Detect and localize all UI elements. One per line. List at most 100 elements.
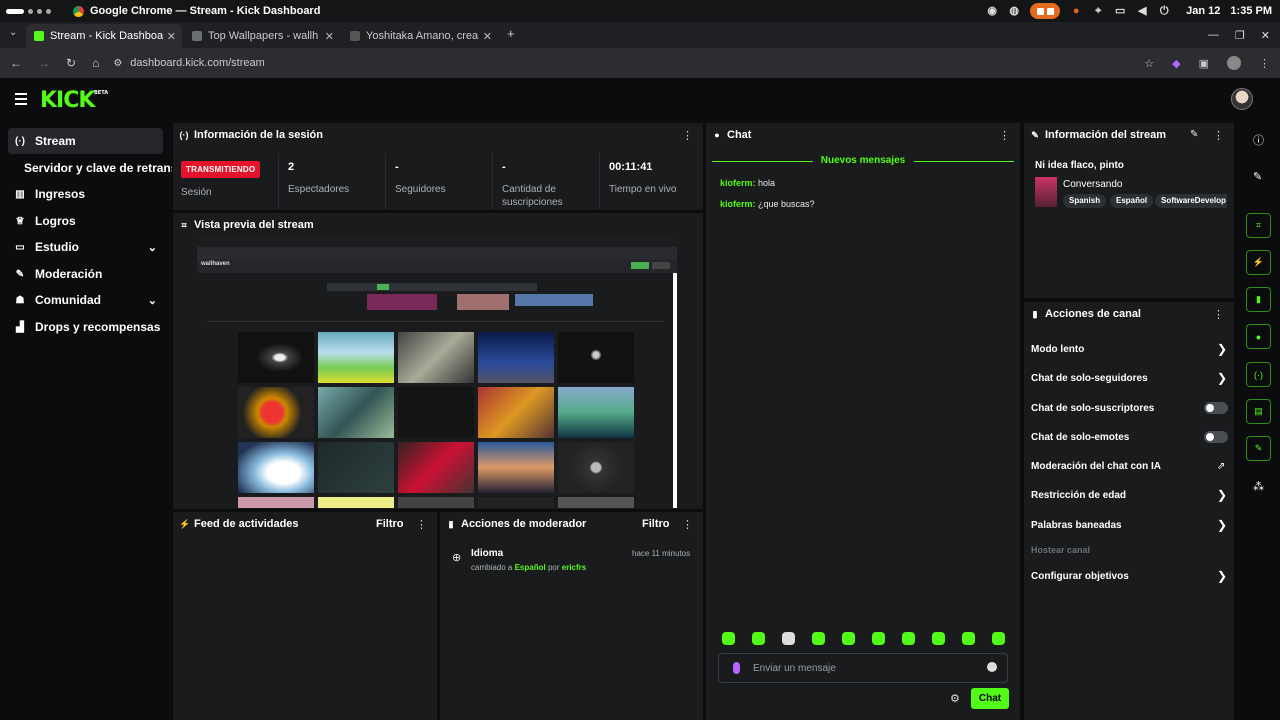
kebab-menu-icon[interactable]: ⋮ (999, 129, 1010, 142)
chevron-right-icon[interactable]: ❯ (1217, 342, 1227, 356)
chat-settings-gear-icon[interactable]: ⚙ (950, 692, 960, 705)
emotes-only-toggle[interactable] (1204, 431, 1228, 443)
filter-button[interactable]: Filtro (642, 518, 670, 530)
os-time[interactable]: 1:35 PM (1230, 5, 1272, 17)
location-icon[interactable]: ⌖ (1092, 5, 1104, 17)
tab-yoshitaka[interactable]: Yoshitaka Amano, crea ✕ (342, 24, 498, 48)
kebab-menu-icon[interactable]: ⋮ (682, 518, 693, 531)
tag-chip[interactable]: Spanish (1063, 194, 1107, 208)
stream-preview-video[interactable]: wallhaven (197, 237, 677, 508)
user-avatar[interactable] (1231, 88, 1253, 110)
tab-list-chevron-icon[interactable]: ⌄ (9, 27, 17, 38)
volume-icon[interactable]: ◀ (1136, 5, 1148, 17)
reload-icon[interactable]: ↻ (66, 56, 76, 70)
microphone-icon[interactable] (733, 662, 740, 674)
emoji-picker-icon[interactable] (987, 662, 997, 672)
rail-session-button[interactable]: ⌗ (1246, 213, 1271, 238)
rail-mod-actions-button[interactable]: ▮ (1246, 287, 1271, 312)
back-icon[interactable]: ← (10, 56, 22, 70)
screen-record-indicator[interactable] (1030, 3, 1061, 19)
workspace-indicator[interactable] (6, 8, 51, 14)
url-text[interactable]: dashboard.kick.com/stream (130, 57, 265, 69)
sidebar-item-estudio[interactable]: ▭ Estudio ⌄ (8, 234, 163, 260)
bookmark-star-icon[interactable]: ☆ (1144, 57, 1154, 70)
chevron-right-icon[interactable]: ❯ (1217, 569, 1227, 583)
close-window-icon[interactable]: ✕ (1261, 29, 1270, 42)
kebab-menu-icon[interactable]: ⋮ (416, 518, 427, 531)
emote-icon[interactable] (842, 632, 855, 645)
category-name[interactable]: Conversando (1063, 179, 1122, 190)
tag-chip[interactable]: Español (1110, 194, 1154, 208)
browser-menu-icon[interactable]: ⋮ (1259, 57, 1270, 70)
hamburger-menu-icon[interactable] (15, 93, 27, 108)
emote-icon[interactable] (752, 632, 765, 645)
rail-activity-button[interactable]: ⚡ (1246, 250, 1271, 275)
emote-icon[interactable] (962, 632, 975, 645)
action-banned-words[interactable]: Palabras baneadas (1031, 520, 1122, 531)
close-tab-icon[interactable]: ✕ (483, 30, 492, 43)
chevron-down-icon[interactable]: ⌄ (148, 294, 157, 307)
action-ai-moderation[interactable]: Moderación del chat con IA (1031, 461, 1161, 472)
chevron-right-icon[interactable]: ❯ (1217, 371, 1227, 385)
filter-button[interactable]: Filtro (376, 518, 404, 530)
chat-input[interactable]: Enviar un mensaje (718, 653, 1008, 683)
external-link-icon[interactable]: ⇗ (1217, 461, 1225, 472)
forward-icon[interactable]: → (38, 56, 50, 70)
rail-broadcast-button[interactable]: (·) (1246, 362, 1271, 387)
kebab-menu-icon[interactable]: ⋮ (1213, 308, 1224, 321)
emote-icon[interactable] (902, 632, 915, 645)
sidebar-item-moderacion[interactable]: ✎ Moderación (8, 261, 163, 287)
emote-icon[interactable] (872, 632, 885, 645)
microphone-icon[interactable]: ● (1070, 5, 1082, 17)
subscribers-only-toggle[interactable] (1204, 402, 1228, 414)
info-icon[interactable]: ⓘ (1253, 132, 1264, 148)
close-tab-icon[interactable]: ✕ (167, 30, 176, 43)
tag-chip[interactable]: SoftwareDevelop (1155, 194, 1227, 208)
rail-channel-actions-button[interactable]: ▤ (1246, 399, 1271, 424)
close-tab-icon[interactable]: ✕ (325, 30, 334, 43)
emote-icon[interactable] (782, 632, 795, 645)
sidebar-item-logros[interactable]: ♕ Logros (8, 208, 163, 234)
site-info-icon[interactable]: ⚙ (113, 58, 122, 69)
sidebar-item-stream[interactable]: (·) Stream (8, 128, 163, 154)
new-tab-icon[interactable]: + (507, 26, 515, 41)
os-date[interactable]: Jan 12 (1186, 5, 1220, 17)
chevron-right-icon[interactable]: ❯ (1217, 488, 1227, 502)
kick-logo[interactable]: KICK BETA (40, 88, 108, 113)
emote-icon[interactable] (722, 632, 735, 645)
add-widget-icon[interactable]: ⁂ (1253, 480, 1264, 493)
sidebar-item-ingresos[interactable]: ▥ Ingresos (8, 181, 163, 207)
emote-icon[interactable] (992, 632, 1005, 645)
sidebar-item-drops[interactable]: ▟ Drops y recompensas (8, 314, 163, 340)
sidebar-item-server-key[interactable]: Servidor y clave de retransmisión (19, 155, 172, 181)
kebab-menu-icon[interactable]: ⋮ (1213, 129, 1224, 142)
tab-kick-dashboard[interactable]: Stream - Kick Dashboa ✕ (26, 24, 182, 48)
chevron-right-icon[interactable]: ❯ (1217, 518, 1227, 532)
emote-icon[interactable] (932, 632, 945, 645)
restore-icon[interactable]: ❐ (1235, 29, 1245, 42)
category-thumbnail[interactable] (1035, 177, 1057, 207)
power-icon[interactable]: ⏻ (1158, 5, 1170, 17)
chat-username[interactable]: kioferm: (720, 178, 756, 188)
extension-gem-icon[interactable]: ◆ (1172, 57, 1180, 70)
emote-icon[interactable] (812, 632, 825, 645)
kebab-menu-icon[interactable]: ⋮ (682, 129, 693, 142)
sidebar-item-comunidad[interactable]: ☗ Comunidad ⌄ (8, 287, 163, 313)
edit-pencil-icon[interactable]: ✎ (1190, 129, 1198, 140)
send-chat-button[interactable]: Chat (971, 688, 1009, 709)
profile-avatar-icon[interactable] (1227, 56, 1241, 70)
rail-tools-button[interactable]: ✎ (1246, 436, 1271, 461)
tab-wallhaven[interactable]: Top Wallpapers - wallh ✕ (184, 24, 340, 48)
minimize-icon[interactable]: — (1208, 29, 1219, 41)
action-set-goals[interactable]: Configurar objetivos (1031, 571, 1129, 582)
action-slow-mode[interactable]: Modo lento (1031, 344, 1084, 355)
action-age-restriction[interactable]: Restricción de edad (1031, 490, 1126, 501)
display-icon[interactable]: ▭ (1114, 5, 1126, 17)
extensions-puzzle-icon[interactable]: ▣ (1199, 57, 1209, 70)
action-followers-only[interactable]: Chat de solo-seguidores (1031, 373, 1148, 384)
chevron-down-icon[interactable]: ⌄ (148, 241, 157, 254)
chat-username[interactable]: kioferm: (720, 199, 756, 209)
steam-icon[interactable]: ◍ (1008, 5, 1020, 17)
home-icon[interactable]: ⌂ (92, 56, 99, 70)
app-tray-icon[interactable]: ◉ (986, 5, 998, 17)
